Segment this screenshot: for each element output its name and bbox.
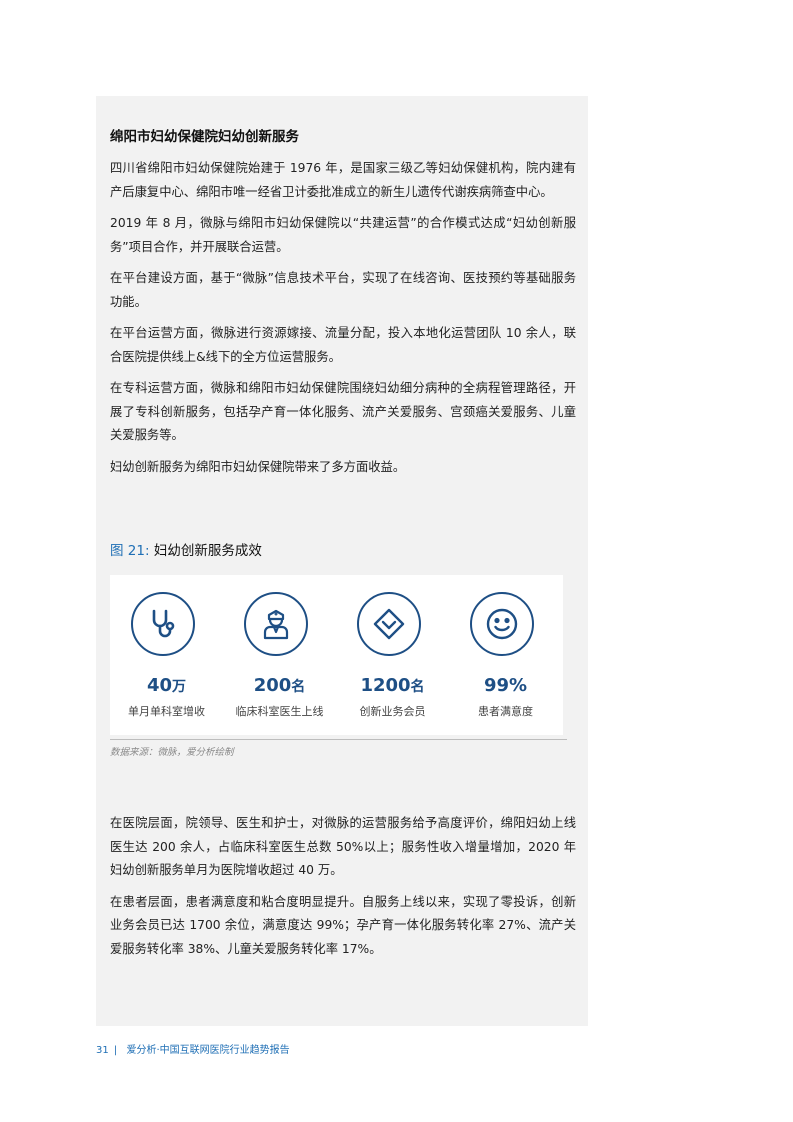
figure-caption: 妇幼创新服务成效 [153,543,262,559]
stat-value: 40万 [146,675,187,696]
figure-source: 数据来源：微脉，爱分析绘制 [110,747,234,758]
stat-value: 99% [483,675,528,696]
paragraph-platform-ops: 在平台运营方面，微脉进行资源嫁接、流量分配，投入本地化运营团队 10 余人，联合… [110,326,576,364]
section-title: 绵阳市妇幼保健院妇幼创新服务 [110,129,299,145]
stat-value: 1200名 [360,675,425,696]
stethoscope-icon [152,609,175,638]
paragraph-cooperation: 2019 年 8 月，微脉与绵阳市妇幼保健院以“共建运营”的合作模式达成“妇幼创… [110,216,576,254]
smiley-icon [486,608,518,640]
stat-label: 临床科室医生上线 [235,705,324,718]
figure-divider [110,739,567,740]
paragraph-patient-level: 在患者层面，患者满意度和粘合度明显提升。自服务上线以来，实现了零投诉，创新业务会… [110,894,576,956]
paragraph-specialty-ops: 在专科运营方面，微脉和绵阳市妇幼保健院围绕妇幼细分病种的全病程管理路径，开展了专… [110,381,576,442]
stat-circle [244,592,308,656]
page-number: 31 [96,1045,109,1056]
stat-label: 创新业务会员 [359,705,426,718]
stat-item: 1200名 创新业务会员 [336,575,449,735]
stat-item: 40万 单月单科室增收 [110,575,223,735]
closing-body: 在医院层面，院领导、医生和护士，对微脉的运营服务给予高度评价，绵阳妇幼上线医生达… [110,812,576,969]
paragraph-intro: 四川省绵阳市妇幼保健院始建于 1976 年，是国家三级乙等妇幼保健机构，院内建有… [110,161,576,199]
doctor-icon [263,609,289,640]
paragraph-benefits: 妇幼创新服务为绵阳市妇幼保健院带来了多方面收益。 [110,459,406,474]
footer-separator: | [113,1045,118,1056]
paragraph-hospital-level: 在医院层面，院领导、医生和护士，对微脉的运营服务给予高度评价，绵阳妇幼上线医生达… [110,816,576,877]
stat-item: 99% 患者满意度 [449,575,562,735]
footer-report-title: 爱分析·中国互联网医院行业趋势报告 [126,1045,290,1056]
stats-figure: 40万 单月单科室增收 200名 临床科室医生上线 1200名 创新业务会员 9… [110,575,563,735]
stat-circle [131,592,195,656]
stat-value: 200名 [253,675,306,696]
stat-label: 单月单科室增收 [128,705,205,718]
stat-label: 患者满意度 [478,705,533,718]
figure-title: 图 21: 妇幼创新服务成效 [110,541,262,561]
diamond-check-icon [373,608,405,640]
section-body: 绵阳市妇幼保健院妇幼创新服务 四川省绵阳市妇幼保健院始建于 1976 年，是国家… [110,126,576,487]
figure-number: 图 21: [110,543,150,559]
stat-circle [357,592,421,656]
paragraph-platform-build: 在平台建设方面，基于“微脉”信息技术平台，实现了在线咨询、医技预约等基础服务功能… [110,271,576,309]
stat-item: 200名 临床科室医生上线 [223,575,336,735]
stat-circle [470,592,534,656]
page-footer: 31 | 爱分析·中国互联网医院行业趋势报告 [96,1044,290,1058]
